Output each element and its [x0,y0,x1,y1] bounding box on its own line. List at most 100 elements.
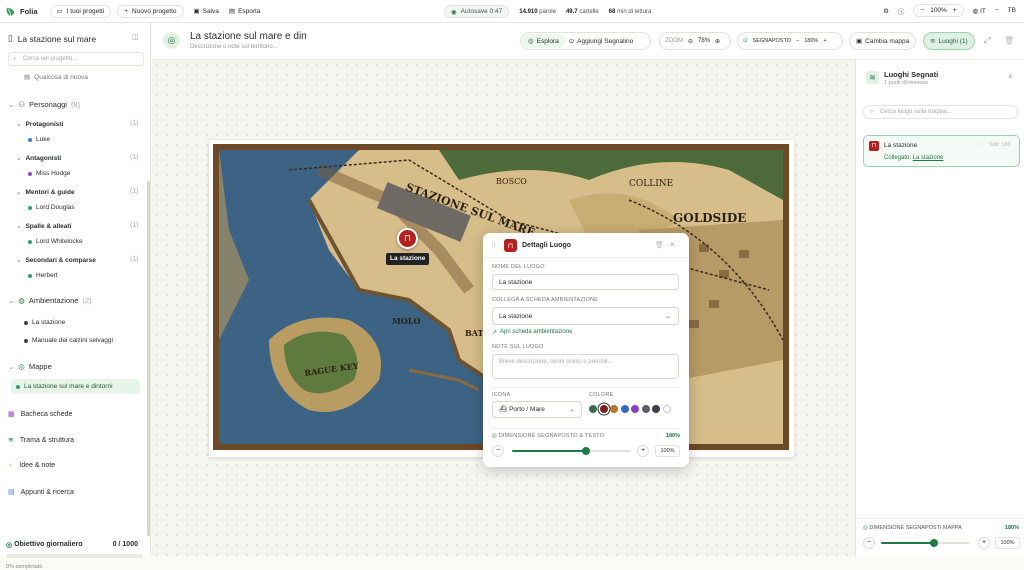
collapse-sidebar-icon[interactable]: ◫ [132,33,139,41]
map-item-active[interactable]: La stazione sul mare e dintorni [11,379,140,394]
explore-mode-button[interactable]: ◎ Esplora [522,34,565,48]
map-size-slider-thumb[interactable] [930,539,939,547]
group-allies[interactable]: ⌄ Spalle & alleati [16,222,71,231]
map-description[interactable]: Descrizione o note sul territorio... [190,44,278,50]
chevron-down-icon: ⌄ [665,313,671,320]
gear-icon[interactable]: ⚙ [883,7,889,15]
size-decrease-button[interactable]: − [492,445,504,457]
new-project-button[interactable]: + Nuovo progetto [117,4,184,18]
target-icon: ◎ [492,433,497,439]
save-button[interactable]: ▣ Salva [194,7,219,16]
section-characters[interactable]: ⌄ ⚇ Personaggi (8) [8,100,80,109]
map-size-percent-input[interactable]: 100% [995,537,1020,549]
group-protagonists[interactable]: ⌄ Protagonisti [16,120,63,129]
locate-icon[interactable]: ◌ [977,141,981,148]
link-setting-select[interactable]: La stazione ⌄ [492,307,679,325]
zoom-out-icon[interactable]: ⊖ [688,38,693,45]
color-swatch[interactable] [631,405,639,413]
group-count: (1) [130,222,139,229]
chevron-down-icon: ⌄ [569,406,575,413]
export-icon: ▤ [228,8,236,15]
export-button[interactable]: ▤ Esporta [228,7,261,16]
setting-manuale[interactable]: Manuale dei calzini selvaggi [24,337,113,344]
language-selector[interactable]: ◍ IT [973,7,986,15]
zoom-in-button[interactable]: + [953,7,957,14]
drag-handle-icon[interactable]: ⠿ [491,242,496,250]
character-miss-hodge[interactable]: Miss Hodge [28,170,70,177]
nav-board[interactable]: ▦ Bacheca schede [8,410,72,419]
character-herbert[interactable]: Herbert [28,272,58,279]
search-icon: ⌕ [13,56,17,62]
sidebar-scrollbar[interactable] [147,181,150,536]
close-icon[interactable]: × [670,240,675,249]
projects-button[interactable]: ▭ I tuoi progetti [49,4,112,18]
map-marker-station[interactable]: ⊓ [397,228,418,249]
zoom-label: ZOOM [665,38,683,44]
character-lord-whitelocke[interactable]: Lord Whitelocke [28,238,83,245]
lightbulb-icon: ♁ [8,462,14,469]
place-name-input[interactable]: La stazione [492,274,679,290]
nav-ideas[interactable]: ♁ Idee & note [8,462,55,469]
color-swatch[interactable] [610,405,618,413]
color-swatch[interactable] [641,405,650,413]
place-list-item[interactable]: ⊓ La stazione ◌ Sdk. 180 Collegato: La s… [863,135,1020,167]
chevron-down-icon: ⌄ [16,257,22,264]
nav-plot[interactable]: ≋ Trama & struttura [8,436,74,445]
place-search-input[interactable]: ⌕ Cerca luogo sulla mappa... [863,105,1018,119]
user-avatar[interactable]: TB [1008,7,1016,14]
add-marker-button[interactable]: ⊙ Aggiungi Segnalino [565,34,637,48]
place-details-popover: ⠿ ⊓ Dettagli Luogo 🗑︎ × NOME DEL LUOGO L… [483,233,689,467]
color-swatch[interactable] [662,405,671,413]
group-mentors[interactable]: ⌄ Mentori & guide [16,188,75,197]
marker-smaller-button[interactable]: − [796,38,799,44]
icon-select[interactable]: ⛴ Porto / Mare ⌄ [492,401,582,418]
place-notes-textarea[interactable]: Breve descrizione, cenni storici o peric… [492,354,679,379]
fullscreen-icon[interactable]: ⤢ [984,36,990,46]
projects-label: I tuoi progetti [66,7,105,15]
map-marker-size-value: 180% [1004,525,1019,531]
group-antagonists[interactable]: ⌄ Antagonisti [16,154,61,163]
tree-item-prev[interactable]: ▤ Qualcosa di nuova [24,73,88,82]
search-icon: ⌕ [870,109,874,115]
color-swatch[interactable] [589,405,597,413]
setting-la-stazione[interactable]: La stazione [24,319,65,326]
map-size-increase-button[interactable]: + [978,537,990,549]
trash-icon[interactable]: 🗑︎ [655,241,664,249]
section-maps[interactable]: ⌄ ◎ Mappe [8,362,52,371]
app-brand[interactable]: Folia [5,6,38,17]
color-swatch[interactable] [599,405,608,413]
group-count: (1) [130,154,139,161]
nav-notes[interactable]: ▤ Appunti & ricerca [8,488,74,497]
size-slider-thumb[interactable] [581,447,590,455]
section-settings[interactable]: ⌄ ◍ Ambientazione (2) [8,296,92,305]
size-slider-track[interactable] [512,447,631,455]
character-lord-douglas[interactable]: Lord Douglas [28,204,75,211]
group-secondary[interactable]: ⌄ Secondari & comparse [16,256,96,265]
save-label: Salva [202,7,219,15]
info-icon[interactable]: ⓘ [898,6,905,16]
goal-value: 0 / 1000 [112,541,138,548]
map-label-bosco: BOSCO [496,177,527,186]
close-icon[interactable]: × [1008,72,1013,81]
linked-setting-link[interactable]: La stazione [913,155,944,161]
color-swatch[interactable] [652,405,660,413]
color-swatch[interactable] [620,405,629,413]
size-percent-input[interactable]: 100% [655,445,680,457]
minimize-icon[interactable]: − [995,7,999,14]
map-size-slider-track[interactable] [881,539,970,547]
zoom-out-button[interactable]: − [920,7,924,14]
open-setting-link[interactable]: ↗ Apri scheda ambientazione [492,329,572,336]
marker-larger-button[interactable]: + [823,38,826,44]
map-size-decrease-button[interactable]: − [863,537,875,549]
document-icon: ▤ [24,74,31,81]
character-luke[interactable]: Luke [28,136,50,143]
size-increase-button[interactable]: + [637,445,649,457]
trash-icon[interactable]: 🗑︎ [1004,36,1014,45]
map-title[interactable]: La stazione sul mare e din [190,31,307,42]
sidebar-search-input[interactable]: ⌕ Cerca nel progetto... [8,52,144,66]
panel-title: Luoghi Segnati [884,70,939,79]
top-bar: Folia ▭ I tuoi progetti + Nuovo progetto ▣… [0,0,1024,23]
zoom-in-icon[interactable]: ⊕ [715,38,720,45]
change-map-button[interactable]: ▣ Cambia mappa [849,32,917,50]
places-toggle-button[interactable]: ≋ Luoghi (1) [923,32,975,50]
